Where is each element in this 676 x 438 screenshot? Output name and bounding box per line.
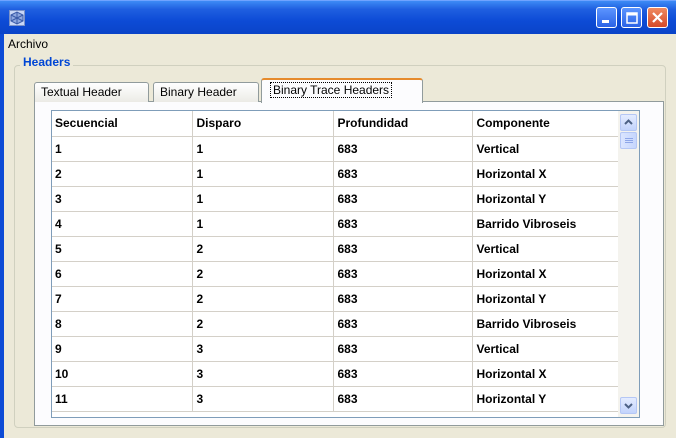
window-border — [0, 34, 4, 438]
chevron-up-icon — [624, 119, 633, 125]
column-header[interactable]: Profundidad — [333, 111, 473, 137]
column-header[interactable]: Secuencial — [52, 111, 193, 137]
table-row[interactable]: 3 1 683 Horizontal Y — [52, 186, 619, 212]
table-cell[interactable]: 5 — [52, 236, 193, 262]
table-cell[interactable]: Horizontal Y — [472, 386, 619, 412]
column-header[interactable]: Componente — [472, 111, 619, 137]
table-cell[interactable]: 1 — [192, 211, 334, 237]
table-cell[interactable]: 683 — [333, 211, 473, 237]
table-row[interactable]: 4 1 683 Barrido Vibroseis — [52, 211, 619, 237]
close-button[interactable] — [647, 7, 668, 28]
app-icon[interactable] — [9, 10, 25, 26]
table-cell[interactable]: 11 — [52, 386, 193, 412]
table-header-row: Secuencial Disparo Profundidad Componente — [52, 111, 619, 137]
table-cell[interactable]: 683 — [333, 311, 473, 337]
table-cell[interactable]: 683 — [333, 361, 473, 387]
scroll-thumb[interactable] — [620, 132, 637, 149]
table-cell[interactable]: 683 — [333, 261, 473, 287]
table-cell[interactable]: 2 — [192, 261, 334, 287]
data-grid: Secuencial Disparo Profundidad Componente 1 1… — [52, 111, 619, 412]
table-cell[interactable]: 2 — [192, 311, 334, 337]
group-title: Headers — [20, 55, 74, 69]
table-cell[interactable]: 7 — [52, 286, 193, 312]
scroll-down-button[interactable] — [620, 397, 637, 414]
table-cell[interactable]: 3 — [52, 186, 193, 212]
table-cell[interactable]: 3 — [192, 336, 334, 362]
table-cell[interactable]: 683 — [333, 336, 473, 362]
table-cell[interactable]: 1 — [192, 186, 334, 212]
menu-item-archivo[interactable]: Archivo — [6, 37, 50, 51]
table-cell[interactable]: Vertical — [472, 236, 619, 262]
table-cell[interactable]: 683 — [333, 236, 473, 262]
table-cell[interactable]: 2 — [192, 236, 334, 262]
table-cell[interactable]: 9 — [52, 336, 193, 362]
table-cell[interactable]: 683 — [333, 286, 473, 312]
table-row[interactable]: 5 2 683 Vertical — [52, 236, 619, 262]
table-cell[interactable]: Barrido Vibroseis — [472, 311, 619, 337]
table-cell[interactable]: 683 — [333, 186, 473, 212]
table-row[interactable]: 1 1 683 Vertical — [52, 136, 619, 162]
table-cell[interactable]: Vertical — [472, 336, 619, 362]
table-row[interactable]: 2 1 683 Horizontal X — [52, 161, 619, 187]
table-cell[interactable]: 6 — [52, 261, 193, 287]
tab-binary-trace-headers[interactable]: Binary Trace Headers — [261, 78, 423, 103]
table-cell[interactable]: 2 — [192, 286, 334, 312]
table-row[interactable]: 9 3 683 Vertical — [52, 336, 619, 362]
table-cell[interactable]: 3 — [192, 386, 334, 412]
close-icon — [652, 12, 663, 23]
maximize-icon — [626, 12, 638, 24]
table-row[interactable]: 11 3 683 Horizontal Y — [52, 386, 619, 412]
scroll-up-button[interactable] — [620, 114, 637, 131]
table-cell[interactable]: 683 — [333, 161, 473, 187]
minimize-icon — [602, 20, 609, 23]
table-cell[interactable]: Horizontal X — [472, 361, 619, 387]
table-cell[interactable]: Horizontal X — [472, 161, 619, 187]
table-row[interactable]: 10 3 683 Horizontal X — [52, 361, 619, 387]
column-header[interactable]: Disparo — [192, 111, 334, 137]
table-cell[interactable]: 3 — [192, 361, 334, 387]
table-cell[interactable]: 10 — [52, 361, 193, 387]
vertical-scrollbar[interactable] — [618, 111, 639, 417]
table-cell[interactable]: Horizontal X — [472, 261, 619, 287]
table-cell[interactable]: 683 — [333, 136, 473, 162]
table-row[interactable]: 7 2 683 Horizontal Y — [52, 286, 619, 312]
table-row[interactable]: 6 2 683 Horizontal X — [52, 261, 619, 287]
table-cell[interactable]: Barrido Vibroseis — [472, 211, 619, 237]
table-cell[interactable]: 1 — [192, 161, 334, 187]
table-cell[interactable]: Horizontal Y — [472, 286, 619, 312]
tab-textual-header[interactable]: Textual Header — [34, 82, 149, 102]
table-cell[interactable]: 2 — [52, 161, 193, 187]
minimize-button[interactable] — [596, 7, 617, 28]
title-bar[interactable] — [0, 0, 676, 34]
tab-binary-header[interactable]: Binary Header — [153, 82, 259, 102]
table-cell[interactable]: 8 — [52, 311, 193, 337]
table-cell[interactable]: 1 — [52, 136, 193, 162]
menu-bar: Archivo — [6, 37, 50, 53]
trace-headers-table[interactable]: Secuencial Disparo Profundidad Componente 1 1… — [51, 110, 640, 418]
table-cell[interactable]: 4 — [52, 211, 193, 237]
table-row[interactable]: 8 2 683 Barrido Vibroseis — [52, 311, 619, 337]
chevron-down-icon — [624, 403, 633, 409]
table-cell[interactable]: 683 — [333, 386, 473, 412]
table-cell[interactable]: 1 — [192, 136, 334, 162]
table-cell[interactable]: Horizontal Y — [472, 186, 619, 212]
table-cell[interactable]: Vertical — [472, 136, 619, 162]
maximize-button[interactable] — [621, 7, 642, 28]
tab-label: Binary Trace Headers — [270, 82, 393, 98]
